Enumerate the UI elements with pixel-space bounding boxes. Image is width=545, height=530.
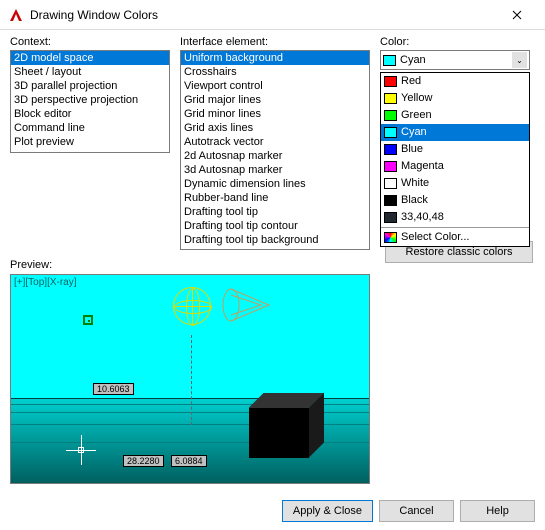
interface-item[interactable]: 2d Autosnap marker — [181, 149, 369, 163]
interface-item[interactable]: Drafting tool tip contour — [181, 219, 369, 233]
select-color-option[interactable]: Select Color... — [381, 229, 529, 246]
selected-color-swatch — [383, 55, 396, 66]
swatch-icon — [384, 127, 397, 138]
swatch-icon — [384, 76, 397, 87]
preview-panel: [+][Top][X-ray] 10.6063 28.2280 6.0884 — [10, 274, 370, 484]
context-label: Context: — [10, 36, 170, 48]
interface-item[interactable]: Uniform background — [181, 51, 369, 65]
interface-item[interactable]: Grid minor lines — [181, 107, 369, 121]
help-button[interactable]: Help — [460, 500, 535, 522]
context-item[interactable]: Sheet / layout — [11, 65, 169, 79]
autosnap-marker-icon — [83, 315, 93, 325]
color-option[interactable]: Green — [381, 107, 529, 124]
interface-item[interactable]: Grid major lines — [181, 93, 369, 107]
drafting-tooltip: 10.6063 — [93, 383, 134, 395]
color-option[interactable]: Blue — [381, 141, 529, 158]
color-option[interactable]: Cyan — [381, 124, 529, 141]
context-item[interactable]: 3D perspective projection — [11, 93, 169, 107]
cancel-button[interactable]: Cancel — [379, 500, 454, 522]
swatch-icon — [384, 110, 397, 121]
color-option[interactable]: 33,40,48 — [381, 209, 529, 226]
crosshair-icon — [66, 435, 96, 465]
color-option[interactable]: Magenta — [381, 158, 529, 175]
color-option[interactable]: White — [381, 175, 529, 192]
color-combo[interactable]: Cyan ⌄ — [380, 50, 530, 70]
color-option[interactable]: Yellow — [381, 90, 529, 107]
autotrack-vector — [191, 335, 192, 425]
interface-item[interactable]: 3d Autosnap marker — [181, 163, 369, 177]
chevron-down-icon: ⌄ — [512, 52, 527, 68]
app-logo-icon — [8, 7, 24, 23]
color-label: Color: — [380, 36, 530, 48]
title-bar: Drawing Window Colors — [0, 0, 545, 30]
interface-item[interactable]: Autotrack vector — [181, 135, 369, 149]
drafting-tooltip: 6.0884 — [171, 455, 207, 467]
apply-close-button[interactable]: Apply & Close — [282, 500, 373, 522]
swatch-icon — [384, 195, 397, 206]
swatch-icon — [384, 212, 397, 223]
interface-item[interactable]: Drafting tool tip background — [181, 233, 369, 247]
swatch-icon — [384, 144, 397, 155]
color-option[interactable]: Black — [381, 192, 529, 209]
swatch-icon — [384, 93, 397, 104]
window-title: Drawing Window Colors — [30, 8, 497, 22]
interface-label: Interface element: — [180, 36, 370, 48]
preview-cube — [249, 393, 309, 453]
viewport-control-label: [+][Top][X-ray] — [14, 277, 77, 288]
wireframe-cone-icon — [221, 285, 271, 325]
interface-item[interactable]: Dynamic dimension lines — [181, 177, 369, 191]
close-button[interactable] — [497, 1, 537, 29]
preview-label: Preview: — [10, 259, 52, 271]
swatch-icon — [384, 178, 397, 189]
interface-listbox[interactable]: Uniform background Crosshairs Viewport c… — [180, 50, 370, 250]
interface-item[interactable]: Grid axis lines — [181, 121, 369, 135]
context-item[interactable]: 2D model space — [11, 51, 169, 65]
context-listbox[interactable]: 2D model space Sheet / layout 3D paralle… — [10, 50, 170, 153]
selected-color-name: Cyan — [400, 54, 426, 66]
dropdown-divider — [381, 227, 529, 228]
color-wheel-icon — [384, 232, 397, 243]
color-dropdown[interactable]: Red Yellow Green Cyan Blue Magenta White… — [380, 72, 530, 247]
context-item[interactable]: 3D parallel projection — [11, 79, 169, 93]
color-option[interactable]: Red — [381, 73, 529, 90]
context-item[interactable]: Block editor — [11, 107, 169, 121]
interface-item[interactable]: Crosshairs — [181, 65, 369, 79]
context-item[interactable]: Plot preview — [11, 135, 169, 149]
close-icon — [512, 10, 522, 20]
interface-item[interactable]: Control vertices hull — [181, 247, 369, 250]
swatch-icon — [384, 161, 397, 172]
interface-item[interactable]: Drafting tool tip — [181, 205, 369, 219]
context-item[interactable]: Command line — [11, 121, 169, 135]
interface-item[interactable]: Rubber-band line — [181, 191, 369, 205]
wireframe-sphere-icon — [173, 287, 211, 325]
interface-item[interactable]: Viewport control — [181, 79, 369, 93]
drafting-tooltip: 28.2280 — [123, 455, 164, 467]
